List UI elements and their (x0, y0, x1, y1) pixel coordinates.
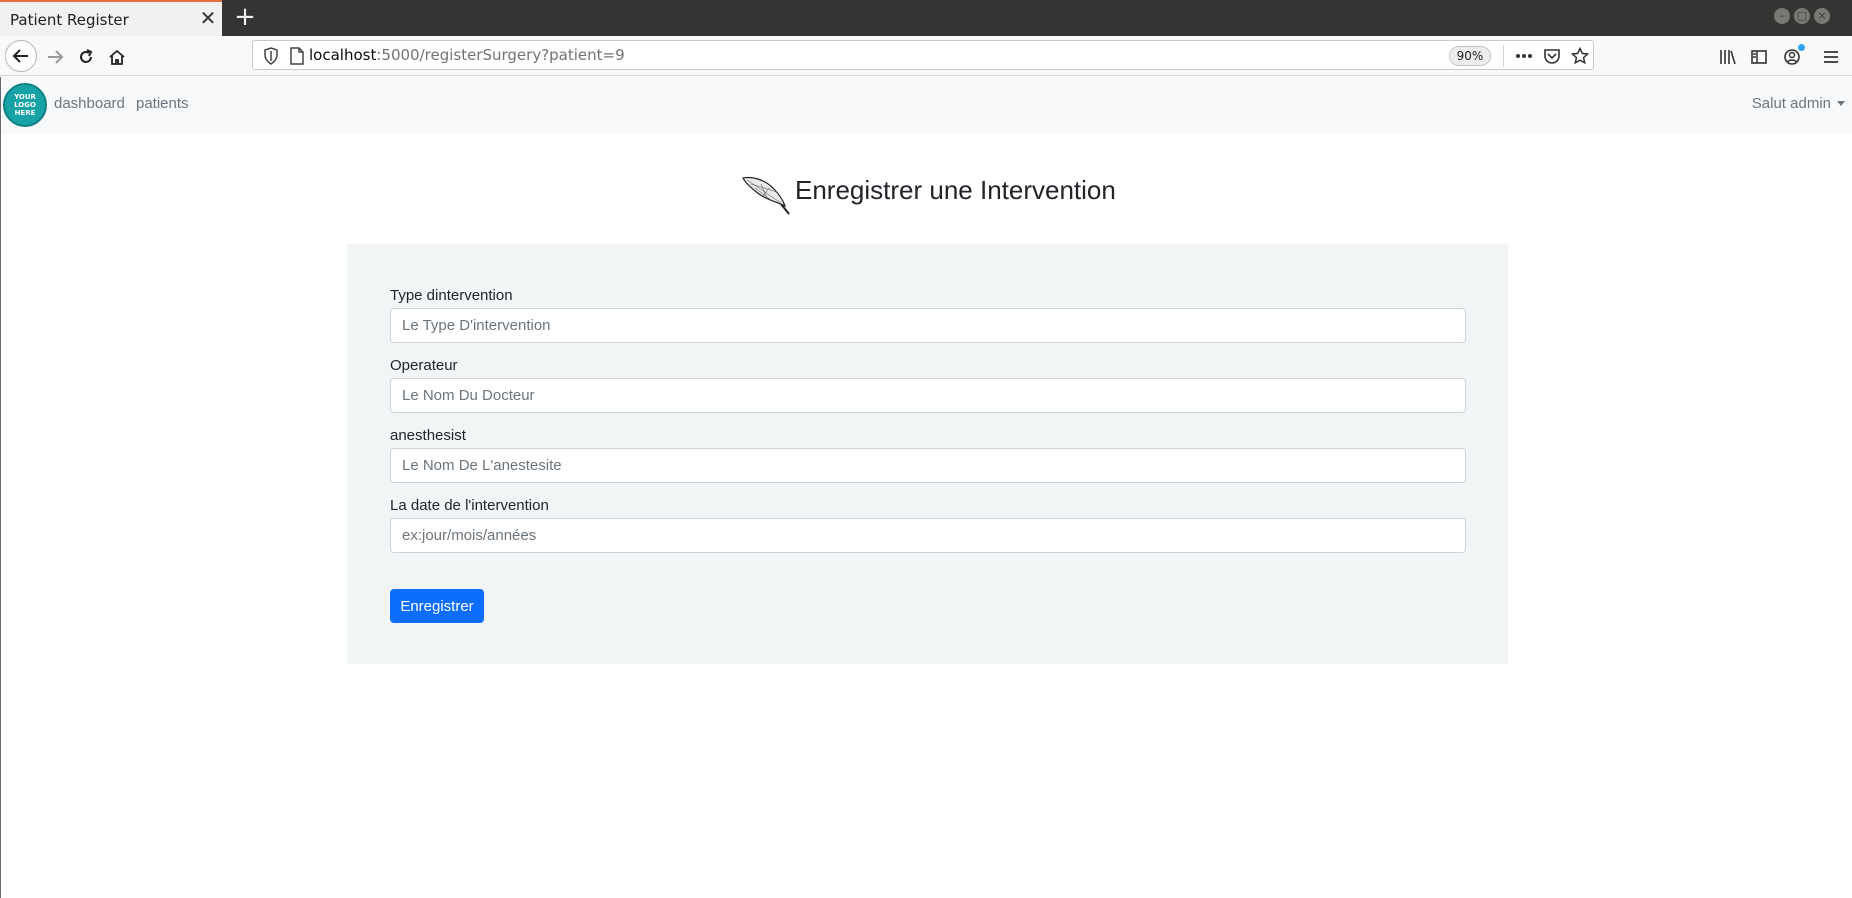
field-anesthesist: anesthesist (390, 427, 1466, 483)
sidebar-button[interactable] (1744, 42, 1774, 72)
account-button[interactable] (1777, 42, 1807, 72)
more-icon (1516, 54, 1532, 58)
field-intervention-type: Type dintervention (390, 287, 1466, 343)
open-menu-button[interactable] (1816, 42, 1846, 72)
page-actions-button[interactable] (1513, 45, 1535, 67)
account-icon (1784, 49, 1800, 65)
maximize-window-icon[interactable]: □ (1794, 8, 1810, 24)
intervention-type-label: Type dintervention (390, 287, 513, 304)
field-operator: Operateur (390, 357, 1466, 413)
forward-button[interactable] (40, 42, 70, 72)
arrow-left-icon (12, 49, 28, 63)
field-intervention-date: La date de l'intervention (390, 497, 1466, 553)
pocket-button[interactable] (1541, 45, 1563, 67)
hamburger-menu-icon (1824, 51, 1838, 63)
web-page: YOUR LOGO HERE dashboard patients Salut ad… (0, 77, 1852, 898)
nav-link-patients[interactable]: patients (136, 95, 189, 112)
pocket-icon (1544, 49, 1560, 64)
page-icon (290, 47, 304, 65)
arrow-right-icon (48, 50, 64, 64)
url-text[interactable]: localhost:5000/registerSurgery?patient=9 (309, 46, 625, 64)
url-bar[interactable]: localhost:5000/registerSurgery?patient=9… (252, 40, 1594, 70)
page-heading: Enregistrer une Intervention (741, 172, 1116, 216)
surgery-form: Type dintervention Operateur anesthesist… (347, 244, 1508, 664)
account-notification-dot (1798, 44, 1805, 51)
home-icon (109, 49, 125, 65)
tab-title: Patient Register (10, 11, 129, 29)
url-separator (1503, 45, 1504, 67)
page-title: Enregistrer une Intervention (795, 174, 1116, 205)
zoom-level-badge[interactable]: 90% (1449, 46, 1491, 66)
close-window-icon[interactable]: × (1814, 8, 1830, 24)
new-tab-button[interactable]: + (232, 4, 258, 30)
browser-toolbar: localhost:5000/registerSurgery?patient=9… (0, 36, 1852, 76)
url-host: localhost (309, 46, 377, 64)
reload-button[interactable] (71, 42, 101, 72)
intervention-type-input[interactable] (390, 308, 1466, 343)
back-button[interactable] (5, 40, 37, 72)
user-menu-label: Salut admin (1751, 95, 1831, 112)
tracking-shield-icon[interactable] (263, 47, 279, 65)
intervention-date-input[interactable] (390, 518, 1466, 553)
operator-input[interactable] (390, 378, 1466, 413)
tab-close-icon[interactable]: ✕ (198, 8, 218, 28)
home-button[interactable] (102, 42, 132, 72)
nav-link-dashboard[interactable]: dashboard (54, 95, 125, 112)
intervention-date-label: La date de l'intervention (390, 497, 549, 514)
chevron-down-icon (1837, 101, 1845, 106)
reload-icon (80, 49, 93, 63)
library-button[interactable] (1713, 42, 1743, 72)
sidebar-icon (1751, 50, 1767, 64)
anesthesist-label: anesthesist (390, 427, 466, 444)
star-icon (1571, 47, 1589, 65)
library-icon (1720, 50, 1736, 65)
anesthesist-input[interactable] (390, 448, 1466, 483)
minimize-window-icon[interactable]: – (1774, 8, 1790, 24)
bookmark-button[interactable] (1569, 45, 1591, 67)
operator-label: Operateur (390, 357, 458, 374)
register-button[interactable]: Enregistrer (390, 589, 484, 623)
browser-tab[interactable]: Patient Register ✕ (0, 0, 222, 36)
site-navbar: YOUR LOGO HERE dashboard patients Salut ad… (1, 77, 1852, 134)
window-controls: – □ × (1774, 8, 1830, 24)
scalpel-icon (742, 176, 790, 215)
url-path: :5000/registerSurgery?patient=9 (376, 46, 625, 64)
browser-titlebar: Patient Register ✕ + – □ × (0, 0, 1852, 36)
user-menu-dropdown[interactable]: Salut admin (1752, 95, 1845, 112)
site-logo[interactable]: YOUR LOGO HERE (3, 83, 47, 127)
